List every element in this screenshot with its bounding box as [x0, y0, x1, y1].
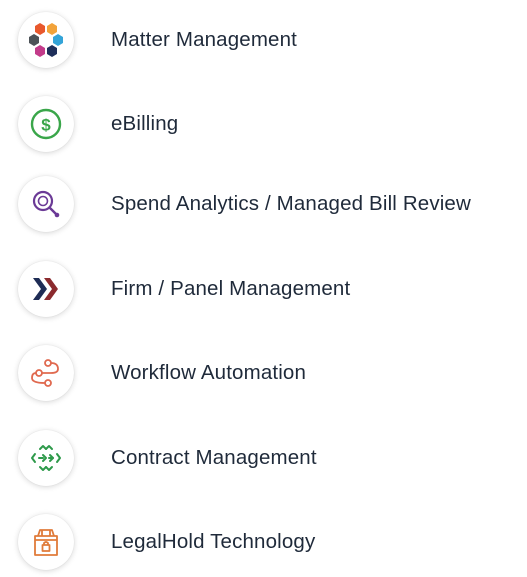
- list-item-legalhold-technology[interactable]: LegalHold Technology: [0, 507, 527, 577]
- lockbox-icon: [18, 514, 74, 570]
- list-item-firm-panel-management[interactable]: Firm / Panel Management: [0, 254, 527, 324]
- product-list: Matter Management $ eBilling Spend Analy…: [0, 0, 527, 577]
- list-item-ebilling[interactable]: $ eBilling: [0, 89, 527, 159]
- list-item-matter-management[interactable]: Matter Management: [0, 5, 527, 75]
- workflow-nodes-icon: [18, 345, 74, 401]
- svg-text:$: $: [41, 116, 51, 135]
- list-item-label: eBilling: [111, 112, 179, 135]
- list-item-label: Workflow Automation: [111, 361, 307, 384]
- contract-arrows-icon: [18, 430, 74, 486]
- list-item-workflow-automation[interactable]: Workflow Automation: [0, 338, 527, 408]
- list-item-spend-analytics[interactable]: Spend Analytics / Managed Bill Review: [0, 169, 527, 239]
- list-item-label: Contract Management: [111, 446, 317, 469]
- double-chevron-icon: [18, 261, 74, 317]
- list-item-label: Firm / Panel Management: [111, 277, 351, 300]
- list-item-label: Matter Management: [111, 28, 297, 51]
- list-item-label: Spend Analytics / Managed Bill Review: [111, 192, 471, 215]
- magnifier-icon: [18, 176, 74, 232]
- list-item-label: LegalHold Technology: [111, 530, 316, 553]
- list-item-contract-management[interactable]: Contract Management: [0, 423, 527, 493]
- hexagon-cluster-icon: [18, 12, 74, 68]
- dollar-circle-icon: $: [18, 96, 74, 152]
